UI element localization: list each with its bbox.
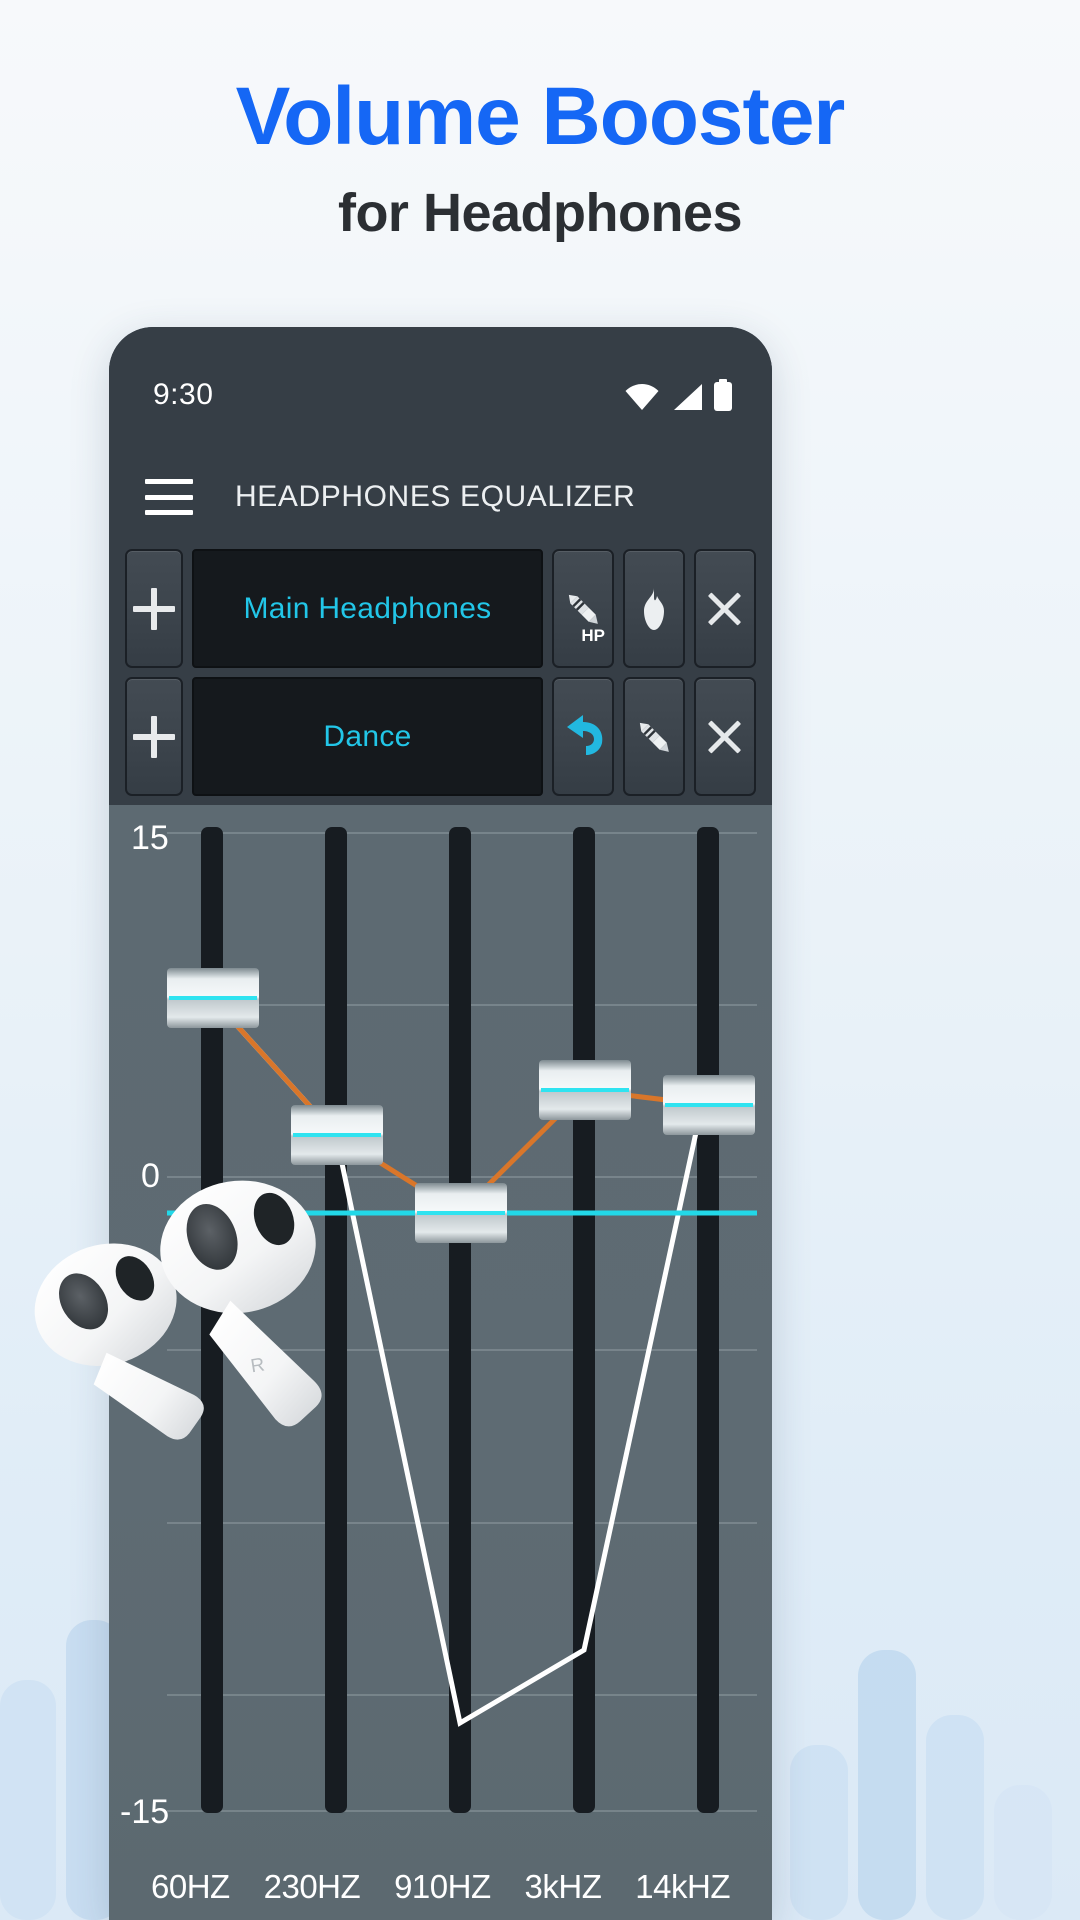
slider-thumb-910hz: [415, 1183, 507, 1243]
status-icon-group: [624, 379, 732, 411]
app-bar: HEADPHONES EQUALIZER: [109, 447, 772, 547]
preset-row: Main Headphones HP: [125, 549, 756, 668]
preset-row: Dance: [125, 677, 756, 796]
hero-headline: Volume Booster for Headphones: [0, 71, 1080, 244]
headphone-profile-label: HP: [581, 626, 605, 645]
frequency-label: 230HZ: [263, 1868, 361, 1905]
close-icon: [706, 718, 744, 756]
app-bar-title: HEADPHONES EQUALIZER: [235, 480, 636, 513]
frequency-label: 3kHZ: [524, 1868, 602, 1905]
pencil-icon: [568, 594, 598, 624]
edit-preset-button[interactable]: [623, 677, 685, 796]
hamburger-menu-icon[interactable]: [145, 479, 193, 515]
preset-name-label: Dance: [323, 719, 412, 753]
slider-thumb-60hz: [167, 968, 259, 1028]
undo-icon: [567, 714, 603, 755]
wifi-icon: [625, 384, 659, 410]
close-icon: [706, 590, 744, 628]
axis-label-max: 15: [131, 819, 169, 857]
plus-icon: [133, 715, 175, 758]
flame-icon: [644, 587, 664, 630]
page-title: Volume Booster: [235, 71, 846, 162]
slider-thumb-3khz: [539, 1060, 631, 1120]
axis-label-min: -15: [120, 1793, 170, 1831]
status-clock: 9:30: [153, 378, 214, 411]
add-preset-button[interactable]: [125, 677, 183, 796]
battery-icon: [714, 379, 732, 411]
slider-thumb-14khz: [663, 1075, 755, 1135]
preset-list: Main Headphones HP Dance: [109, 549, 772, 805]
frequency-label-row: 60HZ 230HZ 910HZ 3kHZ 14kHZ: [109, 1868, 772, 1906]
preset-name-field[interactable]: Main Headphones: [192, 549, 543, 668]
frequency-label: 14kHZ: [635, 1868, 730, 1905]
frequency-label: 910HZ: [394, 1868, 491, 1905]
earbuds-image: R: [34, 1180, 322, 1440]
frequency-label: 60HZ: [151, 1868, 230, 1905]
plus-icon: [133, 587, 175, 630]
delete-preset-button[interactable]: [694, 677, 756, 796]
preset-name-field[interactable]: Dance: [192, 677, 543, 796]
pencil-icon: [639, 722, 669, 752]
phone-mockup: 9:30 HEADPHONES EQUALIZER Main Headphone…: [109, 327, 772, 1920]
page-subtitle: for Headphones: [337, 183, 743, 244]
reset-preset-button[interactable]: [552, 677, 614, 796]
edit-headphone-profile-button[interactable]: HP: [552, 549, 614, 668]
add-preset-button[interactable]: [125, 549, 183, 668]
preset-name-label: Main Headphones: [243, 591, 492, 625]
delete-preset-button[interactable]: [694, 549, 756, 668]
status-bar: 9:30: [109, 327, 772, 427]
boost-flame-button[interactable]: [623, 549, 685, 668]
signal-icon: [674, 384, 702, 410]
